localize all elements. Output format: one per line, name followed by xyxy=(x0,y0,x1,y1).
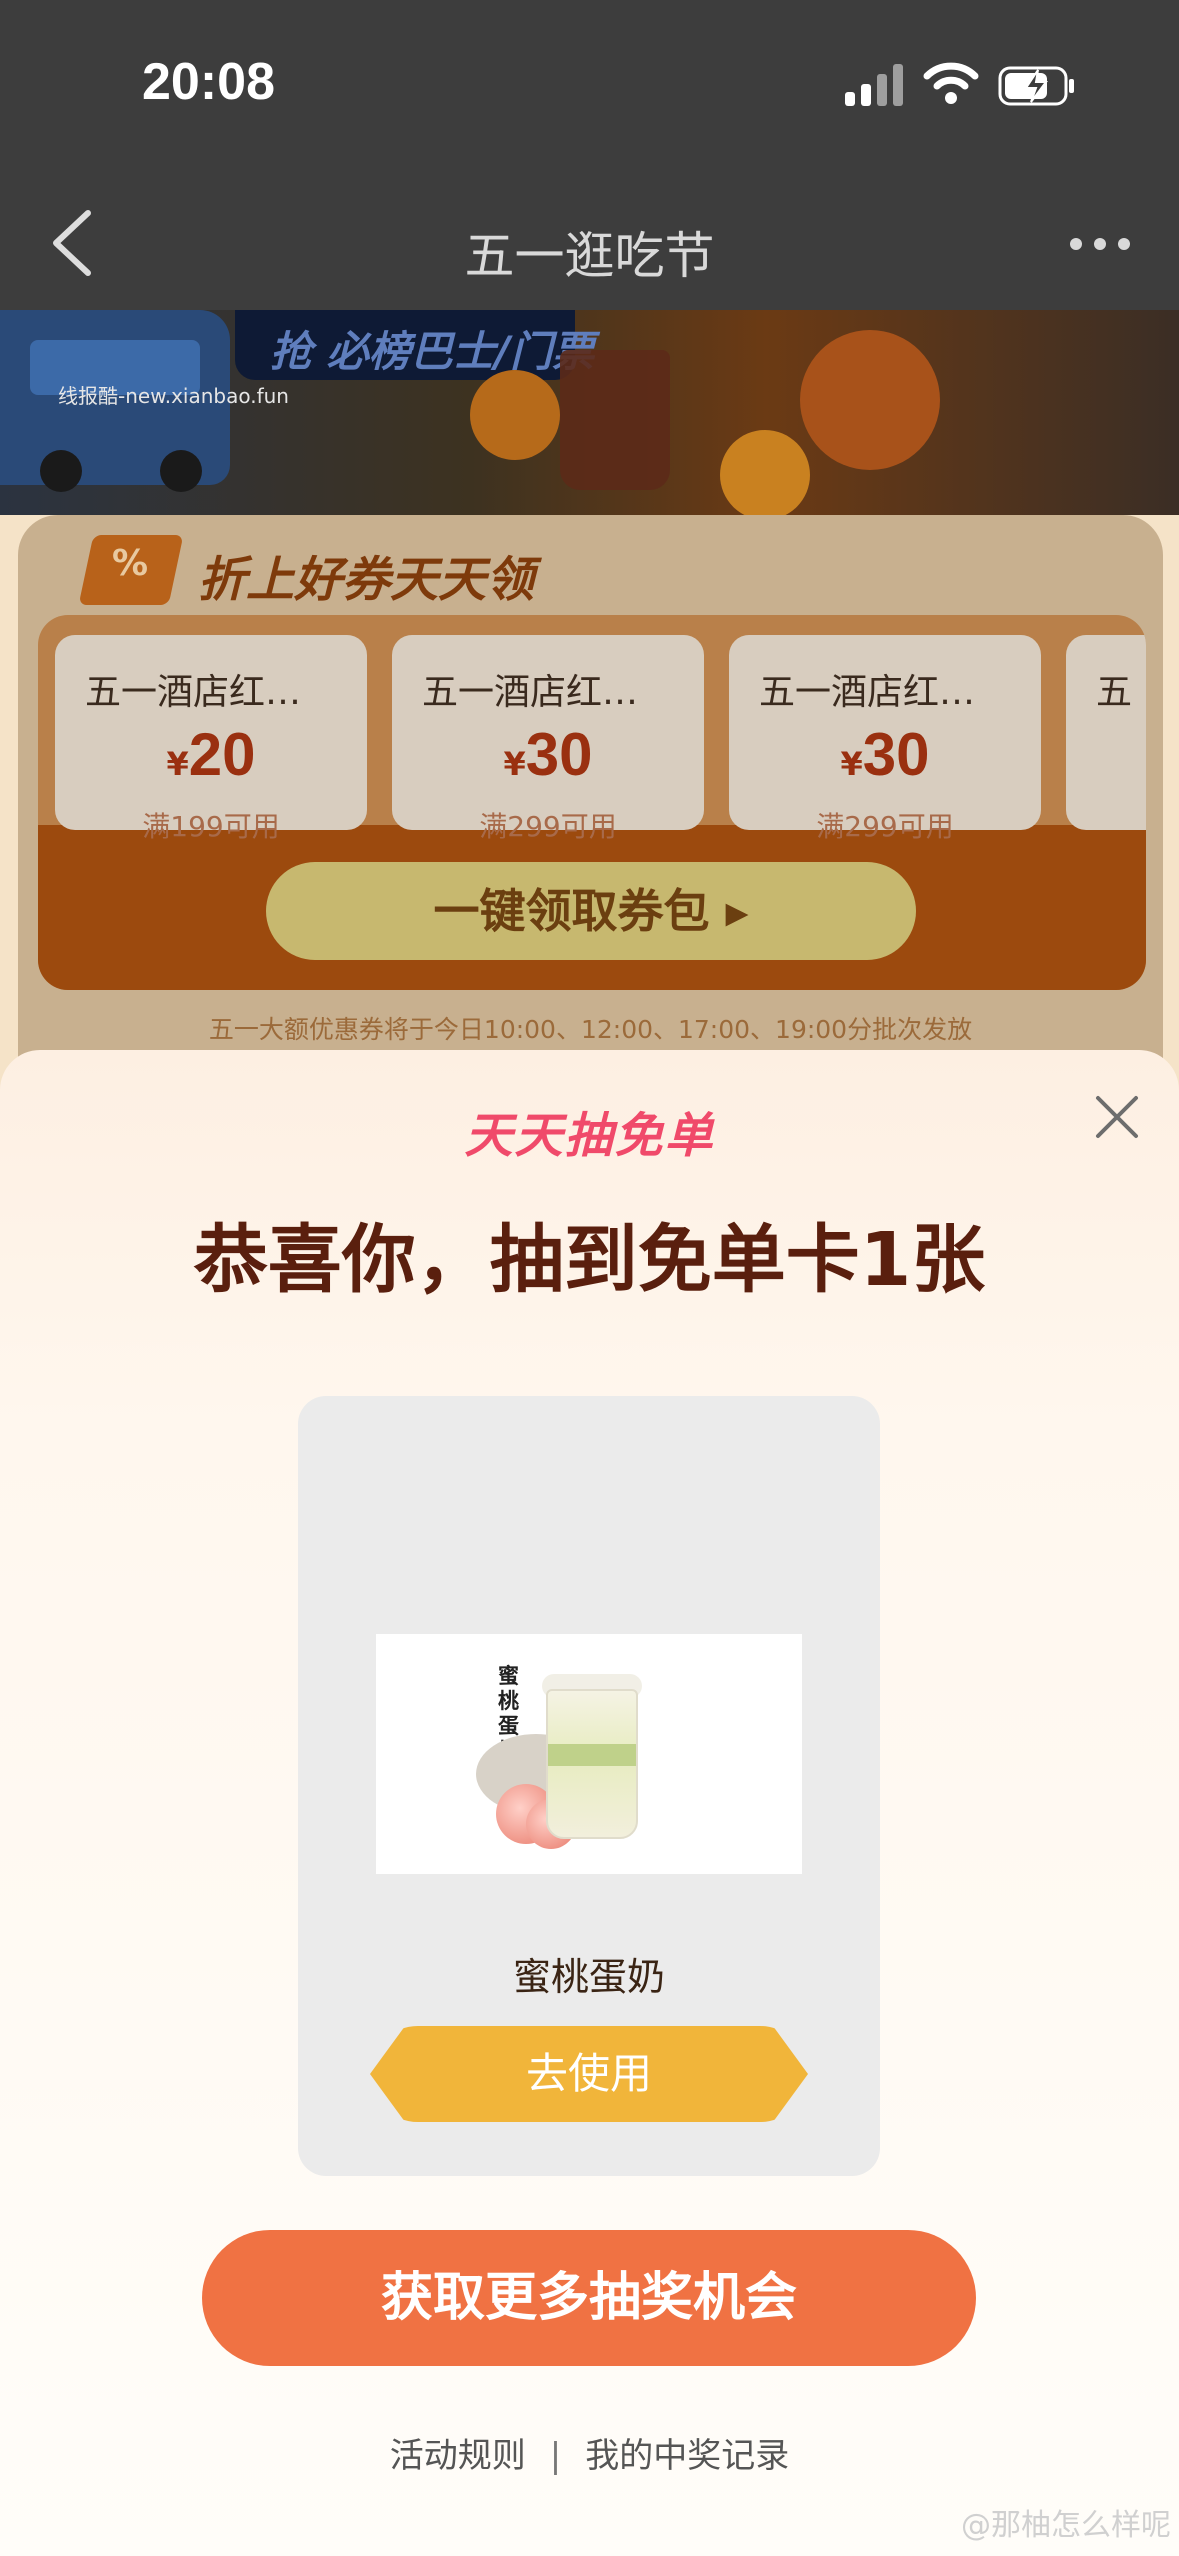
coupon-amount: ¥20 xyxy=(166,721,256,788)
orange-slice-image xyxy=(720,430,810,515)
claim-coupon-pack-button[interactable]: 一键领取券包 ▸ xyxy=(266,862,916,960)
status-bar: 20:08 xyxy=(0,0,1179,170)
prize-name: 蜜桃蛋奶 xyxy=(512,1955,665,1999)
coupon-card[interactable]: 五 xyxy=(1066,635,1146,830)
banner-tag-text: 抢 必榜巴士/门票 xyxy=(270,327,594,376)
coupon-card[interactable]: 五一酒店红… ¥30 满299可用 xyxy=(392,635,704,843)
use-button[interactable]: 去使用 xyxy=(370,2026,808,2122)
coupon-name: 五一酒店红… xyxy=(759,672,976,713)
more-chances-button[interactable]: 获取更多抽奖机会 xyxy=(202,2230,976,2366)
coupon-card[interactable]: 五一酒店红… ¥20 满199可用 xyxy=(55,635,367,843)
coupon-condition: 满299可用 xyxy=(816,810,954,843)
prize-bottom-sheet: 天天抽免单 恭喜你，抽到免单卡1张 蜜桃蛋奶 蜜桃蛋奶 去使用 获取更多抽奖机会… xyxy=(0,1050,1179,2556)
rules-link[interactable]: 活动规则 xyxy=(390,2436,526,2476)
campaign-logo: 天天抽免单 xyxy=(464,1108,715,1164)
nav-bar: 五一逛吃节 xyxy=(0,170,1179,310)
wifi-icon xyxy=(923,62,979,104)
link-separator: | xyxy=(549,2436,562,2476)
coupon-amount: ¥30 xyxy=(503,721,593,788)
coupon-panel: % 折上好券天天领 五一酒店红… ¥20 满199可用 五一酒店红… ¥30 满… xyxy=(18,515,1163,1075)
coupon-name: 五 xyxy=(1096,672,1133,713)
coupon-name: 五一酒店红… xyxy=(85,672,302,713)
promo-banner[interactable]: 抢 必榜巴士/门票 线报酷-new.xianbao.fun xyxy=(0,310,1179,515)
coupon-condition: 满199可用 xyxy=(142,810,280,843)
drink-glass-image xyxy=(560,350,670,490)
percent-icon: % xyxy=(112,543,149,584)
coupon-name: 五一酒店红… xyxy=(422,672,639,713)
orange-slice-image xyxy=(470,370,560,460)
status-time: 20:08 xyxy=(142,53,275,111)
coupon-heading: 折上好券天天领 xyxy=(198,552,535,608)
coupon-card[interactable]: 五一酒店红… ¥30 满299可用 xyxy=(729,635,1041,843)
prize-image: 蜜桃蛋奶 xyxy=(376,1634,802,1874)
footer-links: 活动规则 | 我的中奖记录 xyxy=(0,2428,1179,2477)
more-options-icon[interactable] xyxy=(1070,232,1140,252)
orange-slice-image xyxy=(800,330,940,470)
congrats-title: 恭喜你，抽到免单卡1张 xyxy=(193,1217,986,1303)
weibo-watermark: @那柚怎么样呢 xyxy=(961,2508,1171,2543)
prize-records-link[interactable]: 我的中奖记录 xyxy=(585,2436,789,2476)
coupon-notice: 五一大额优惠券将于今日10:00、12:00、17:00、19:00分批次发放 xyxy=(208,1015,973,1044)
background-page: 20:08 五一逛吃节 抢 必榜巴士/门票 线报酷-new.xianbao.fu… xyxy=(0,0,1179,1100)
page-title: 五一逛吃节 xyxy=(464,227,715,285)
coupon-amount: ¥30 xyxy=(840,721,930,788)
battery-charging-icon xyxy=(998,66,1074,106)
prize-card: 蜜桃蛋奶 蜜桃蛋奶 去使用 xyxy=(298,1396,880,2176)
watermark-text: 线报酷-new.xianbao.fun xyxy=(58,384,289,408)
signal-icon xyxy=(845,62,905,106)
coupon-condition: 满299可用 xyxy=(479,810,617,843)
